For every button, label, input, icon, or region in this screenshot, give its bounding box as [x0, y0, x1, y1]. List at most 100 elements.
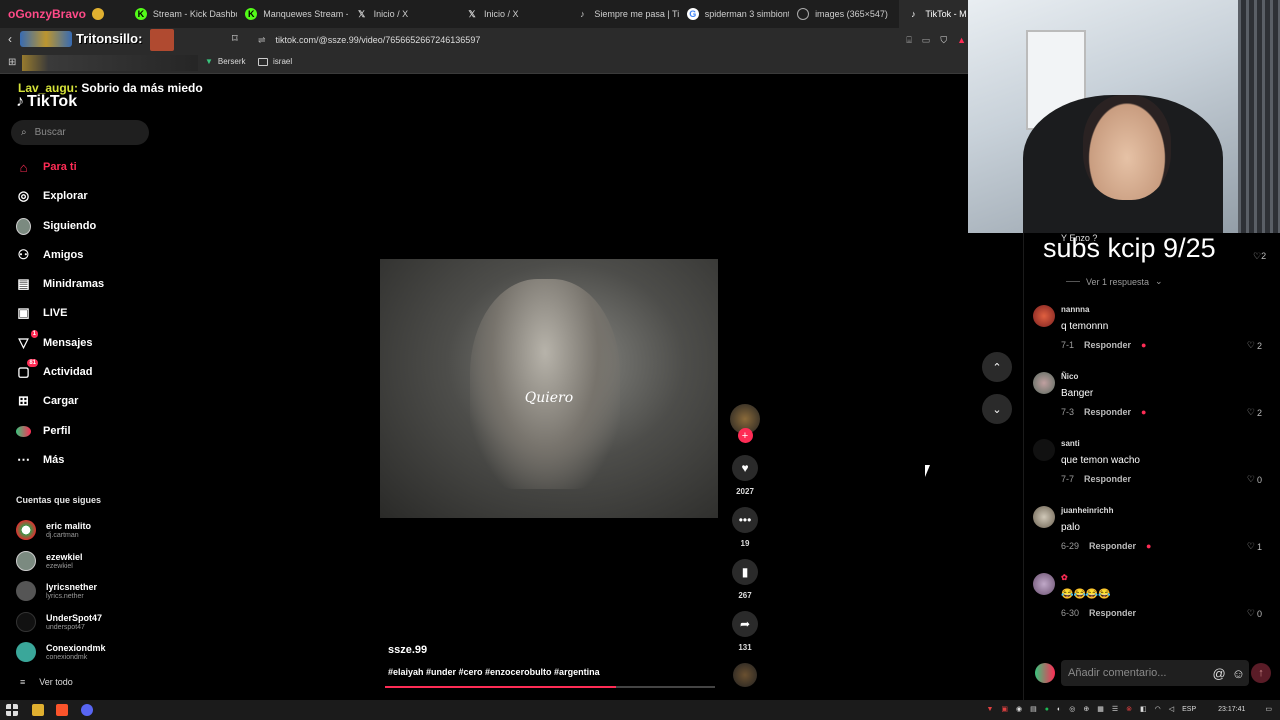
comment-user[interactable]: Ñico: [1061, 372, 1078, 381]
comment-like-button[interactable]: ♡ 1: [1247, 541, 1262, 552]
tray-app-icon[interactable]: ▣: [1001, 705, 1008, 713]
like-button[interactable]: ♥ 2027: [729, 455, 761, 496]
avatar[interactable]: [1033, 305, 1055, 327]
emoji-icon[interactable]: ☺: [1232, 666, 1245, 681]
nav-perfil[interactable]: Perfil: [16, 421, 71, 441]
comment-like-button[interactable]: ♡ 2: [1247, 407, 1262, 418]
notifications-icon[interactable]: ▭: [1265, 705, 1272, 713]
follow-plus-icon[interactable]: +: [737, 428, 753, 443]
tray-app-icon[interactable]: ◉: [1016, 705, 1022, 713]
nav-actividad[interactable]: ▢ 81 Actividad: [16, 358, 93, 382]
creator-avatar-button[interactable]: +: [729, 404, 761, 443]
language-indicator[interactable]: ESP: [1182, 706, 1196, 713]
comment-button[interactable]: ••• 19: [729, 507, 761, 548]
tray-app-icon[interactable]: ▤: [1030, 705, 1037, 713]
translate-icon[interactable]: ⌸: [906, 35, 911, 46]
brave-rewards-icon[interactable]: ▲: [957, 35, 966, 45]
reply-button[interactable]: Responder: [1089, 608, 1136, 618]
tray-app-icon[interactable]: ⊗: [1126, 705, 1132, 713]
comment-user[interactable]: ✿: [1061, 573, 1068, 582]
comment-like-count[interactable]: ♡2: [1253, 251, 1266, 262]
browser-tab-4[interactable]: 𝕏 Inicio / X: [458, 0, 568, 28]
browser-tab-2[interactable]: K Manquewes Stream -: [237, 0, 348, 28]
comment-user[interactable]: nannna: [1061, 305, 1089, 314]
previous-video-button[interactable]: ⌃: [982, 352, 1012, 382]
browser-tab-5[interactable]: ♪ Siempre me pasa | Tik: [568, 0, 679, 28]
see-all-link[interactable]: ≡ Ver todo: [20, 677, 73, 687]
comment-like-button[interactable]: ♡ 2: [1247, 340, 1262, 351]
save-button[interactable]: ▮ 267: [729, 559, 761, 600]
comment-input[interactable]: Añadir comentario... @ ☺: [1061, 660, 1249, 686]
post-comment-button[interactable]: ↑: [1251, 663, 1271, 683]
nav-explorar[interactable]: ◎ Explorar: [16, 186, 88, 206]
followed-account[interactable]: lyricsnether lyrics.nether: [16, 578, 97, 604]
comment-user[interactable]: santi: [1061, 439, 1080, 448]
reply-button[interactable]: Responder: [1089, 541, 1136, 551]
windows-start-icon[interactable]: [6, 704, 18, 716]
view-replies-button[interactable]: Ver 1 respuesta ⌄: [1066, 276, 1163, 287]
video-author[interactable]: ssze.99: [388, 644, 427, 656]
reply-button[interactable]: Responder: [1084, 340, 1131, 350]
tray-app-icon[interactable]: ☰: [1112, 705, 1118, 713]
nav-siguiendo[interactable]: Siguiendo: [16, 216, 96, 236]
next-video-button[interactable]: ⌄: [982, 394, 1012, 424]
avatar[interactable]: [1033, 573, 1055, 595]
url-text[interactable]: tiktok.com/@ssze.99/video/76566526672461…: [276, 35, 481, 45]
apps-grid-icon[interactable]: ⊞: [8, 57, 16, 68]
tray-app-icon[interactable]: ▼: [986, 706, 993, 713]
browser-tab-7[interactable]: images (365×547): [789, 0, 899, 28]
nav-cargar[interactable]: ⊞ Cargar: [16, 391, 78, 411]
comment-like-button[interactable]: ♡ 0: [1247, 474, 1262, 485]
comment-like-button[interactable]: ♡ 0: [1247, 608, 1262, 619]
video-hashtags[interactable]: #elaiyah #under #cero #enzocerobulto #ar…: [388, 667, 600, 677]
tray-app-icon[interactable]: ⊕: [1083, 705, 1089, 713]
search-input[interactable]: ⌕ Buscar: [11, 120, 149, 145]
reply-button[interactable]: Responder: [1084, 407, 1131, 417]
share-button[interactable]: ➦ 131: [729, 611, 761, 652]
file-explorer-icon[interactable]: [32, 704, 44, 716]
mention-icon[interactable]: @: [1213, 666, 1226, 681]
brave-shield-icon[interactable]: ⛉: [940, 35, 947, 46]
spotify-icon[interactable]: ●: [1045, 706, 1049, 713]
nav-minidramas[interactable]: ▤ Minidramas: [16, 274, 104, 294]
video-player[interactable]: Quiero: [380, 259, 718, 518]
followed-account[interactable]: ezewkiel ezewkiel: [16, 548, 83, 574]
avatar[interactable]: [1033, 506, 1055, 528]
avatar[interactable]: [1033, 372, 1055, 394]
browser-tab-6[interactable]: G spiderman 3 simbionte: [679, 0, 789, 28]
bookmark-icon[interactable]: ⌑: [232, 32, 238, 45]
bookmark-berserk[interactable]: ▼ Berserk: [205, 57, 245, 66]
cast-icon[interactable]: ▭: [922, 35, 931, 46]
music-disc-button[interactable]: [729, 663, 761, 687]
browser-tab-0[interactable]: oGonzyBravo: [0, 0, 127, 28]
tray-app-icon[interactable]: ◐: [1057, 706, 1061, 713]
video-progress-bar[interactable]: [385, 686, 715, 688]
clock[interactable]: 23:17:41: [1218, 706, 1245, 713]
volume-icon[interactable]: ◁: [1169, 705, 1174, 713]
browser-tab-3[interactable]: 𝕏 Inicio / X: [348, 0, 458, 28]
followed-account[interactable]: Conexiondmk conexiondmk: [16, 639, 106, 665]
nav-para-ti[interactable]: ⌂ Para ti: [16, 157, 77, 177]
back-icon[interactable]: ‹: [8, 32, 12, 46]
discord-icon[interactable]: [81, 704, 93, 716]
reply-button[interactable]: Responder: [1084, 474, 1131, 484]
tray-app-icon[interactable]: ▦: [1097, 705, 1104, 713]
nav-amigos[interactable]: ⚇ Amigos: [16, 245, 84, 265]
followed-account[interactable]: eric malito dj.cartman: [16, 517, 91, 543]
comment-user[interactable]: juanheinrichh: [1061, 506, 1113, 515]
tray-app-icon[interactable]: ◎: [1069, 705, 1075, 713]
nav-mas[interactable]: ⋯ Más: [16, 450, 64, 470]
browser-tab-8[interactable]: ♪ TikTok - M: [899, 0, 968, 28]
bookmark-israel[interactable]: israel: [258, 57, 292, 66]
tiktok-logo[interactable]: ♪ TikTok: [16, 93, 77, 111]
followed-account[interactable]: UnderSpot47 underspot47: [16, 609, 102, 635]
nav-live[interactable]: ▣ LIVE: [16, 303, 67, 323]
avatar[interactable]: [1033, 439, 1055, 461]
address-bar[interactable]: ⇌ tiktok.com/@ssze.99/video/765665266724…: [250, 30, 968, 50]
brave-browser-icon[interactable]: [56, 704, 68, 716]
site-info-icon[interactable]: ⇌: [258, 35, 266, 46]
browser-tab-1[interactable]: K Stream - Kick Dashboard: [127, 0, 237, 28]
tray-app-icon[interactable]: ◧: [1140, 705, 1147, 713]
wifi-icon[interactable]: ◠: [1155, 705, 1161, 713]
nav-mensajes[interactable]: ▽ 1 Mensajes: [16, 329, 93, 353]
